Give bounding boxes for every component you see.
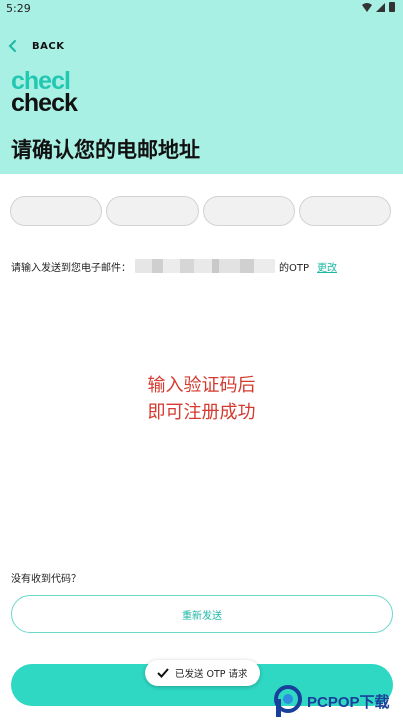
otp-digit-box-3[interactable]	[202, 196, 295, 226]
otp-digit-box-2[interactable]	[106, 196, 199, 226]
otp-sent-message: 请输入发送到您电子邮件： 的OTP 更改	[11, 258, 396, 274]
resend-button[interactable]: 重新发送	[11, 595, 393, 633]
overlay-line-1: 输入验证码后	[147, 375, 256, 396]
page-title: 请确认您的电邮地址	[11, 138, 200, 162]
chevron-left-icon	[8, 40, 16, 52]
otp-sent-toast: 已发送 OTP 请求	[145, 660, 260, 686]
checkcheck-logo: checl check	[11, 69, 101, 118]
logo-line-2: check	[11, 89, 78, 117]
change-email-link[interactable]: 更改	[317, 259, 337, 274]
check-icon	[157, 668, 169, 678]
back-button[interactable]: BACK	[8, 37, 64, 55]
status-icons	[362, 2, 395, 12]
overlay-annotation: 输入验证码后 即可注册成功	[0, 372, 403, 426]
signal-icon	[376, 2, 385, 12]
toast-text: 已发送 OTP 请求	[175, 669, 248, 680]
otp-digit-box-4[interactable]	[298, 196, 391, 226]
back-label: BACK	[32, 40, 65, 52]
status-time: 5:29	[6, 2, 31, 15]
watermark-text: PCPOP下载	[307, 694, 390, 711]
otp-digit-box-1[interactable]	[10, 196, 103, 226]
wifi-icon	[362, 2, 372, 12]
otp-sent-prefix: 请输入发送到您电子邮件：	[11, 262, 131, 274]
otp-sent-suffix: 的OTP	[279, 262, 310, 274]
pcpop-watermark: PCPOP下载	[273, 684, 399, 718]
status-bar: 5:29	[0, 0, 403, 18]
pcpop-logo-icon	[274, 685, 302, 717]
no-code-label: 没有收到代码？	[11, 574, 81, 585]
battery-icon	[389, 2, 395, 12]
masked-email	[135, 259, 275, 273]
overlay-line-2: 即可注册成功	[147, 402, 256, 423]
otp-input-row	[10, 196, 391, 228]
